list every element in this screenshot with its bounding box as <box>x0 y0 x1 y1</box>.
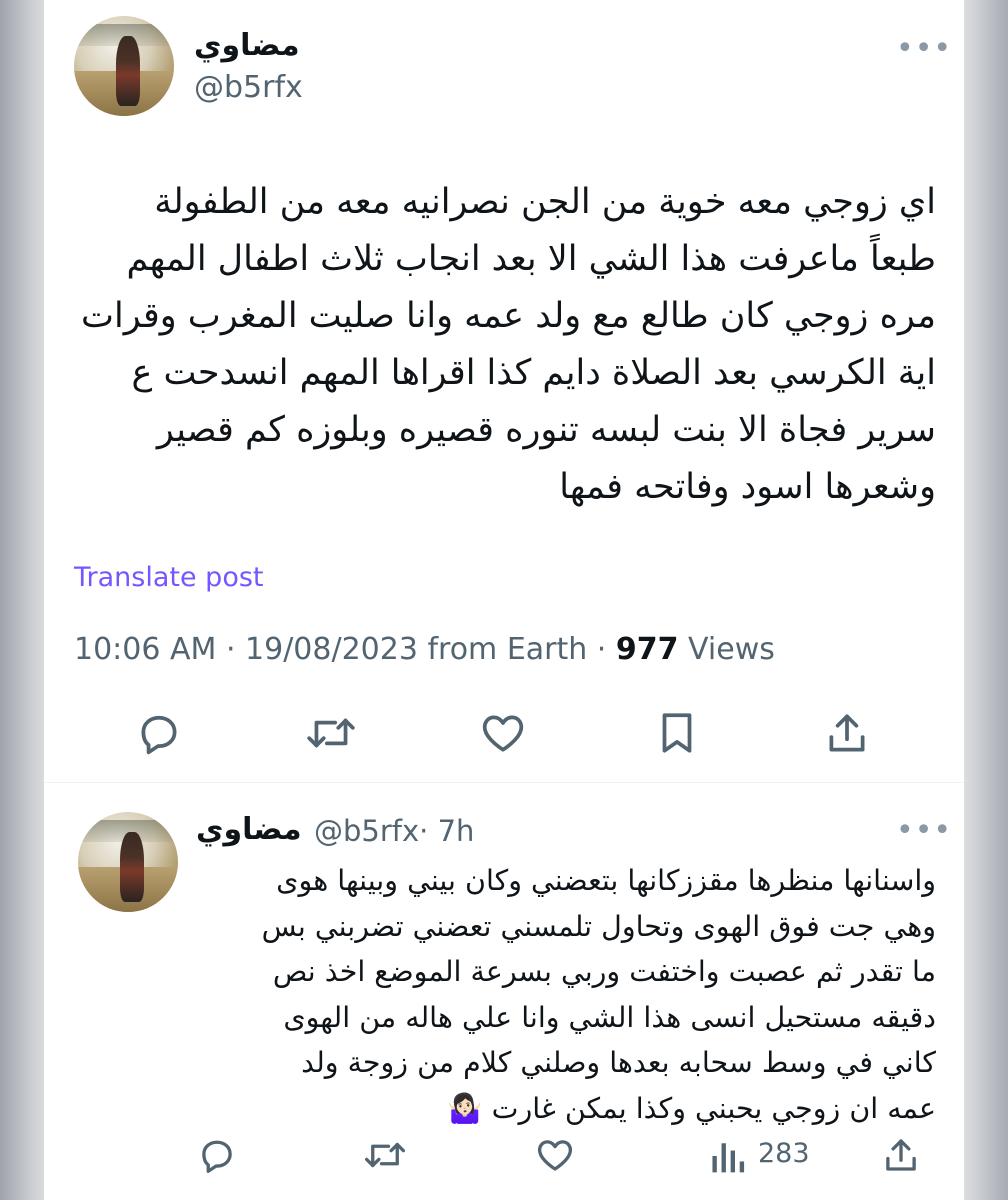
reply-text-line: ما تقدر ثم عصبت واختفت وربي بسرعة الموضع… <box>272 955 936 988</box>
reply-text: واسنانها منظرها مقززكانها بتعضني وكان بي… <box>194 858 936 1131</box>
reply-reply-icon[interactable] <box>196 1134 238 1176</box>
reply-avatar[interactable] <box>78 812 178 912</box>
post-date-source: 19/08/2023 from Earth <box>245 632 588 667</box>
post-text-line: طبعاً ماعرفت هذا الشي الا بعد انجاب ثلاث… <box>126 239 937 279</box>
reply-text-line: دقيقه مستحيل انسى هذا الشي وانا علي هاله… <box>283 1000 936 1034</box>
reply-text-line: كاني في وسط سحابه بعدها وصلني كلام من زو… <box>301 1046 936 1079</box>
views-count: 977 <box>615 632 679 667</box>
reply-author-name[interactable]: مضاوي <box>196 812 302 847</box>
views-icon[interactable] <box>708 1136 746 1176</box>
post-card: مضاوي @b5rfx ••• اي زوجي معه خوية من الج… <box>44 0 964 1200</box>
reply-text-line: واسنانها منظرها مقززكانها بتعضني وكان بي… <box>276 864 936 897</box>
background-left <box>0 0 44 1200</box>
author-handle[interactable]: @b5rfx <box>194 70 303 105</box>
reply-text-line: وهي جت فوق الهوى وتحاول تلمسني تعضني تضر… <box>261 909 936 943</box>
translate-post-link[interactable]: Translate post <box>74 562 264 593</box>
reply-age[interactable]: · 7h <box>419 814 474 848</box>
reply-author-handle: @b5rfx· 7h <box>314 814 474 848</box>
like-icon[interactable] <box>478 708 528 758</box>
meta-separator: · <box>587 632 616 667</box>
post-text-line: سرير فجاة الا بنت لبسه تنوره قصيره وبلوز… <box>156 410 936 450</box>
post-text: اي زوجي معه خوية من الجن نصرانيه معه من … <box>68 174 936 516</box>
post-text-line: مره زوجي كان طالع مع ولد عمه وانا صليت ا… <box>81 296 936 336</box>
reply-views-count: 283 <box>758 1138 810 1169</box>
post-time[interactable]: 10:06 AM <box>74 632 216 667</box>
bookmark-icon[interactable] <box>652 708 702 758</box>
background-right <box>964 0 1008 1200</box>
meta-separator: · <box>216 632 246 667</box>
post-metadata: 10:06 AM · 19/08/2023 from Earth · 977 V… <box>74 632 775 667</box>
share-icon[interactable] <box>822 708 872 758</box>
more-options-icon[interactable]: ••• <box>896 34 952 64</box>
reply-handle[interactable]: @b5rfx <box>314 814 419 848</box>
reply-share-icon[interactable] <box>880 1134 922 1176</box>
avatar[interactable] <box>74 16 174 116</box>
reply-repost-icon[interactable] <box>362 1134 408 1176</box>
views-label: Views <box>678 632 775 667</box>
author-name[interactable]: مضاوي <box>194 28 300 63</box>
repost-icon[interactable] <box>304 708 358 758</box>
post-text-line: وشعرها اسود وفاتحه فمها <box>559 467 936 507</box>
post-text-line: اية الكرسي بعد الصلاة دايم كذا اقراها ال… <box>131 353 936 393</box>
reply-icon[interactable] <box>134 708 184 758</box>
reply-like-icon[interactable] <box>534 1134 576 1176</box>
reply-more-options-icon[interactable]: ••• <box>896 816 952 846</box>
post-text-line: اي زوجي معه خوية من الجن نصرانيه معه من … <box>154 182 936 222</box>
reply-text-line: عمه ان زوجي يحبني وكذا يمكن غارت 🤷🏻‍♀️ <box>447 1091 936 1125</box>
divider <box>44 782 964 783</box>
